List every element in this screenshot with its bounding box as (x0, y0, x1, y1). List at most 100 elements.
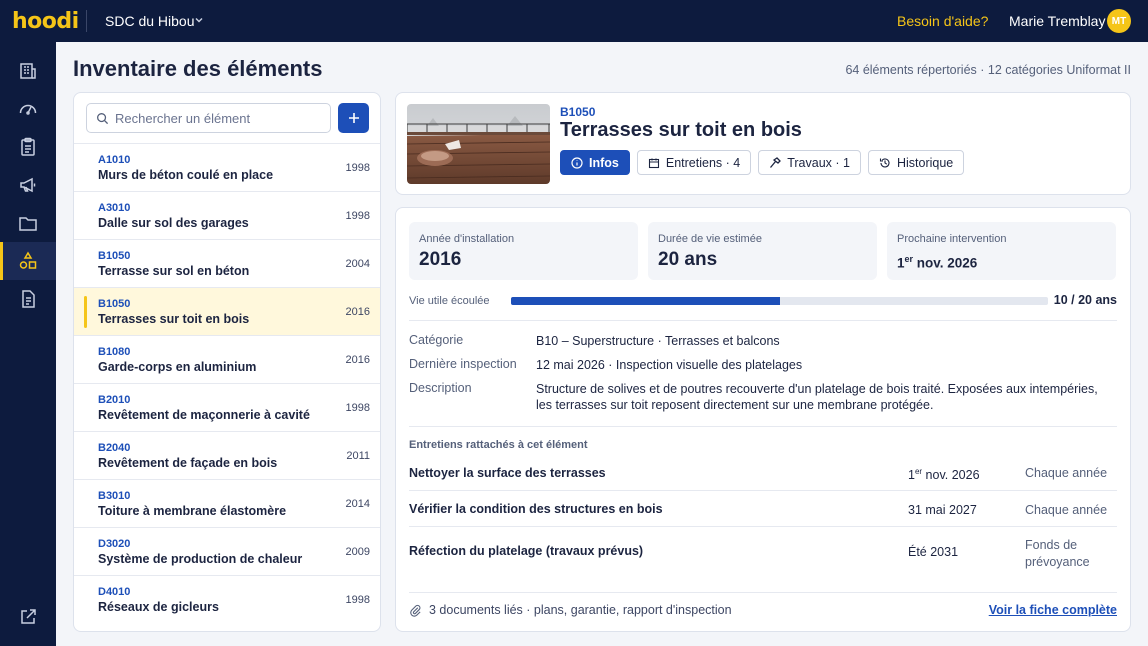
description-label: Description (409, 381, 472, 395)
search-box[interactable] (86, 103, 331, 133)
hoodi-logo[interactable]: hoodi (12, 9, 79, 34)
element-year: 2016 (345, 306, 370, 318)
building-icon (20, 63, 36, 79)
clipboard-icon (21, 137, 35, 156)
gauge-icon (19, 104, 37, 115)
element-code: B2040 (98, 442, 131, 454)
divider (409, 320, 1117, 321)
list-item[interactable]: B1080 Garde-corps en aluminium 2016 (74, 335, 380, 383)
element-code: B1080 (98, 346, 131, 358)
list-item[interactable]: D4010 Réseaux de gicleurs 1998 (74, 575, 380, 623)
document-icon (22, 290, 35, 308)
element-year: 2009 (345, 546, 370, 558)
element-photo[interactable] (407, 104, 550, 184)
add-element-button[interactable] (338, 103, 369, 133)
inspection-label: Dernière inspection (409, 357, 517, 371)
element-year: 1998 (345, 162, 370, 174)
element-year: 2016 (345, 354, 370, 366)
chevron-down-icon[interactable] (193, 14, 205, 26)
sidebar-item-documents[interactable] (0, 204, 56, 242)
element-year: 1998 (345, 402, 370, 414)
folder-icon (19, 217, 37, 231)
stat-install-year: Année d'installation 2016 (409, 222, 638, 280)
avatar[interactable]: MT (1107, 9, 1131, 33)
sidebar-item-dashboard[interactable] (0, 90, 56, 128)
maintenance-name: Vérifier la condition des structures en … (409, 502, 663, 516)
element-year: 2004 (345, 258, 370, 270)
life-elapsed-label: Vie utile écoulée (409, 295, 490, 307)
user-name[interactable]: Marie Tremblay (1009, 13, 1105, 29)
full-record-link[interactable]: Voir la fiche complète (989, 603, 1117, 617)
page-title: Inventaire des éléments (73, 56, 323, 81)
sidebar-item-inventory[interactable] (0, 242, 56, 280)
tab-maintenance[interactable]: Entretiens · 4 (636, 150, 752, 175)
stat-next-intervention: Prochaine intervention 1er nov. 2026 (887, 222, 1116, 280)
element-name: Réseaux de gicleurs (98, 600, 219, 614)
organization-selector[interactable]: SDC du Hibou (105, 13, 195, 29)
sidebar-item-buildings[interactable] (0, 52, 56, 90)
stat-label: Durée de vie estimée (658, 233, 762, 245)
element-year: 2014 (345, 498, 370, 510)
components-icon (19, 251, 37, 269)
list-item[interactable]: D3020 Système de production de chaleur 2… (74, 527, 380, 575)
maintenance-date: 31 mai 2027 (908, 503, 977, 518)
maintenance-frequency: Fonds de prévoyance (1025, 538, 1090, 569)
stat-value: 1er nov. 2026 (897, 254, 978, 271)
inventory-summary: 64 éléments répertoriés · 12 catégories … (845, 63, 1131, 77)
tab-infos[interactable]: Infos (560, 150, 630, 175)
sidebar-external-link[interactable] (0, 598, 56, 636)
sidebar-item-tasks[interactable] (0, 128, 56, 166)
element-code: B2010 (98, 394, 131, 406)
description-value: Structure de solives et de poutres recou… (536, 382, 1098, 412)
list-item[interactable]: B3010 Toiture à membrane élastomère 2014 (74, 479, 380, 527)
stat-lifespan: Durée de vie estimée 20 ans (648, 222, 877, 280)
stat-value: 2016 (419, 249, 462, 270)
divider (409, 526, 1117, 527)
element-title: Terrasses sur toit en bois (560, 119, 802, 141)
element-name: Revêtement de façade en bois (98, 456, 278, 470)
category-value: B10 – Superstructure · Terrasses et balc… (536, 334, 780, 348)
linked-documents[interactable]: 3 documents liés · plans, garantie, rapp… (429, 603, 732, 617)
element-code: B1050 (98, 250, 131, 262)
info-icon (571, 156, 583, 169)
list-item[interactable]: B2040 Revêtement de façade en bois 2011 (74, 431, 380, 479)
category-label: Catégorie (409, 333, 464, 347)
list-item-selected[interactable]: B1050 Terrasses sur toit en bois 2016 (74, 287, 380, 335)
element-year: 1998 (345, 210, 370, 222)
maintenance-date: Été 2031 (908, 545, 959, 560)
tab-works[interactable]: Travaux · 1 (758, 150, 861, 175)
sidebar (0, 42, 56, 646)
stat-value: 20 ans (658, 249, 718, 270)
list-item[interactable]: B2010 Revêtement de maçonnerie à cavité … (74, 383, 380, 431)
maintenance-name: Réfection du platelage (travaux prévus) (409, 544, 644, 558)
stat-label: Année d'installation (419, 233, 515, 245)
sidebar-item-reports[interactable] (0, 280, 56, 318)
maintenance-date: 1er nov. 2026 (908, 467, 980, 483)
plus-icon (348, 113, 359, 123)
list-item[interactable]: B1050 Terrasse sur sol en béton 2004 (74, 239, 380, 287)
element-code: B1050 (98, 298, 131, 310)
divider (409, 490, 1117, 491)
list-item[interactable]: A1010 Murs de béton coulé en place 1998 (74, 143, 380, 191)
megaphone-icon (20, 177, 36, 193)
rooftop-terrace-photo (407, 104, 550, 184)
sidebar-item-announcements[interactable] (0, 166, 56, 204)
list-item[interactable]: A3010 Dalle sur sol des garages 1998 (74, 191, 380, 239)
calendar-icon (648, 158, 659, 168)
tab-label: Entretiens · 4 (665, 155, 741, 170)
external-link-icon (21, 609, 36, 624)
life-elapsed-value: 10 / 20 ans (1053, 293, 1117, 307)
tab-history[interactable]: Historique (867, 150, 965, 175)
element-name: Toiture à membrane élastomère (98, 504, 287, 518)
history-icon (879, 157, 890, 167)
element-header-card: B1050 Terrasses sur toit en bois Infos E… (395, 92, 1131, 195)
search-icon (97, 113, 109, 125)
divider (409, 426, 1117, 427)
search-input[interactable] (115, 104, 327, 132)
help-link[interactable]: Besoin d'aide? (897, 13, 988, 29)
element-list-panel: A1010 Murs de béton coulé en place 1998 … (73, 92, 381, 632)
element-code: B1050 (560, 105, 596, 119)
stat-label: Prochaine intervention (897, 233, 1007, 245)
top-bar: hoodi SDC du Hibou Besoin d'aide? Marie … (0, 0, 1148, 42)
divider (409, 592, 1117, 593)
